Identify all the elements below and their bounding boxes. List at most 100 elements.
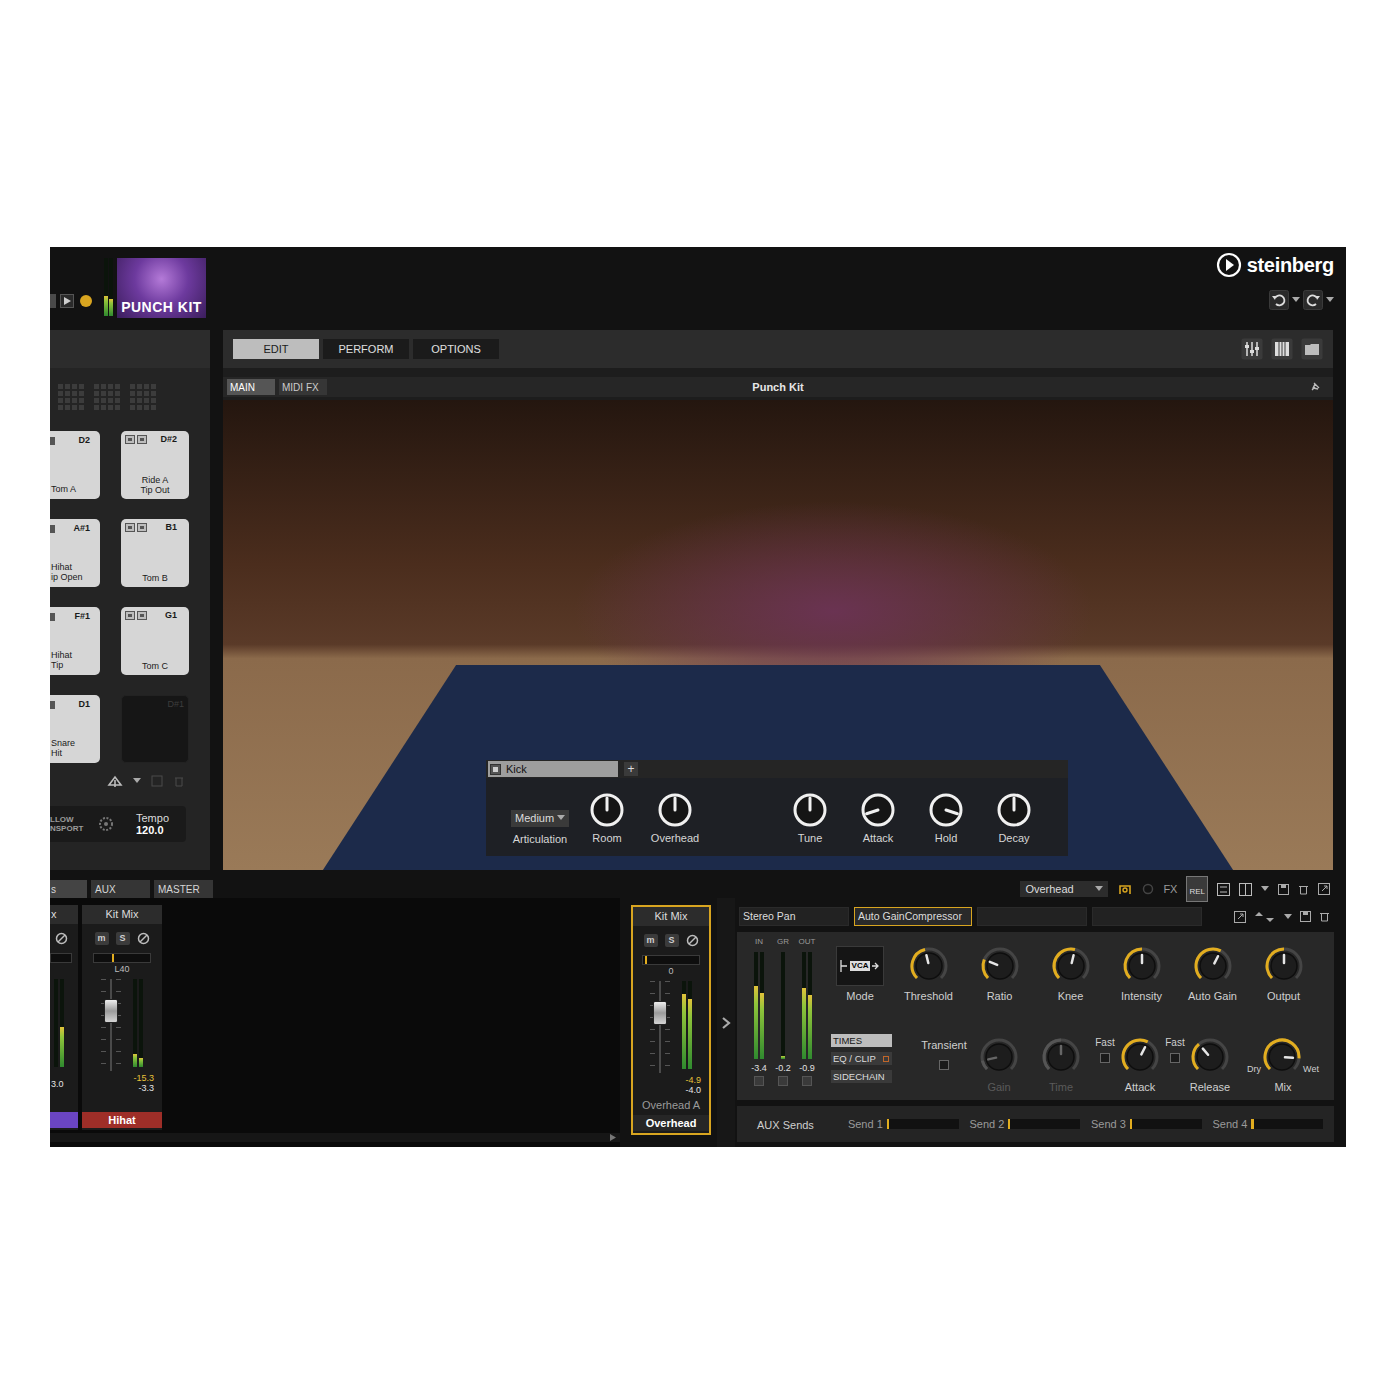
knob-control[interactable]: Hold <box>912 778 980 856</box>
pad-bank-icon[interactable] <box>129 383 157 411</box>
save-icon[interactable] <box>1300 911 1311 922</box>
program-logo[interactable]: PUNCH KIT <box>117 258 206 318</box>
strip-view-icon[interactable] <box>1217 883 1230 896</box>
knob-control[interactable]: Release <box>1187 1031 1233 1094</box>
drum-kit-view[interactable]: Kick + Medium Articulation RoomOverheadT… <box>223 400 1333 870</box>
edit-icon[interactable] <box>686 934 699 947</box>
sync-icon[interactable] <box>98 816 114 832</box>
aux-send[interactable]: Send 3 <box>1091 1116 1213 1133</box>
mixer-tab[interactable]: AUX <box>91 880 150 898</box>
edit-icon[interactable] <box>137 932 150 945</box>
pan-bar[interactable] <box>642 955 700 965</box>
knob[interactable] <box>1262 1037 1302 1077</box>
mute-button[interactable]: m <box>95 932 109 945</box>
meter-reset[interactable] <box>802 1076 812 1086</box>
knob-control[interactable]: Attack <box>1117 1031 1163 1094</box>
expand-icon[interactable] <box>1234 911 1246 923</box>
drum-pad[interactable]: A#1 Hihatip Open <box>50 519 100 587</box>
mute-solo-icon[interactable] <box>50 613 55 621</box>
mixer-tab[interactable]: s <box>50 880 87 898</box>
output-routing[interactable]: Overhead A <box>633 1099 709 1112</box>
knob[interactable] <box>928 792 964 828</box>
insert-slot[interactable]: Auto GainCompressor <box>854 907 972 926</box>
routing-icon[interactable] <box>1117 881 1133 897</box>
bypass-icon[interactable] <box>1142 883 1154 895</box>
move-icon[interactable] <box>1254 911 1276 923</box>
mute-solo-icon[interactable] <box>50 525 55 533</box>
articulation-dropdown[interactable]: Medium <box>511 810 569 827</box>
knob[interactable] <box>1264 946 1304 986</box>
edge-button[interactable] <box>50 294 56 308</box>
knob-control[interactable]: Tune <box>776 778 844 856</box>
mixer-icon[interactable] <box>1241 338 1263 360</box>
save-icon[interactable] <box>151 775 163 787</box>
save-icon[interactable] <box>1278 884 1289 895</box>
knob[interactable] <box>980 946 1020 986</box>
knob[interactable] <box>1051 946 1091 986</box>
knob-control[interactable]: Auto Gain <box>1177 946 1248 1003</box>
add-button[interactable]: + <box>624 762 638 776</box>
mute-button[interactable]: m <box>644 934 658 947</box>
dropdown-icon[interactable] <box>1095 886 1103 892</box>
knob-control[interactable]: DryWet Mix <box>1233 1031 1333 1094</box>
solo-button[interactable]: S <box>116 932 130 945</box>
knob[interactable] <box>1120 1037 1160 1077</box>
channel-name[interactable]: Hihat <box>82 1112 162 1129</box>
redo-icon[interactable] <box>1303 290 1323 310</box>
mode-button[interactable]: VCA <box>836 946 884 986</box>
fader-cap[interactable] <box>653 1001 667 1025</box>
channel-strip[interactable]: x 3.0 <box>50 905 78 1130</box>
pan-bar[interactable] <box>50 953 72 963</box>
main-tab[interactable]: EDIT <box>233 339 319 359</box>
undo-icon[interactable] <box>1269 290 1289 310</box>
knob-control[interactable]: Output <box>1248 946 1319 1003</box>
knob-control[interactable]: Knee <box>1035 946 1106 1003</box>
knob[interactable] <box>860 792 896 828</box>
channel-strip[interactable]: Kit Mix m S 0 -4.9 -4.0 Overhead A Overh… <box>631 905 711 1135</box>
fast-option[interactable]: Fast <box>1163 1031 1187 1094</box>
send-track[interactable] <box>887 1119 959 1129</box>
chevron-right-icon[interactable] <box>721 1017 731 1029</box>
knob-control[interactable]: Ratio <box>964 946 1035 1003</box>
mute-solo-icon[interactable] <box>125 523 147 532</box>
aux-send[interactable]: Send 1 <box>848 1116 970 1133</box>
mute-solo-icon[interactable] <box>125 435 147 444</box>
pin-icon[interactable] <box>1309 381 1321 393</box>
knob-control[interactable]: Intensity <box>1106 946 1177 1003</box>
folder-icon[interactable] <box>1301 338 1323 360</box>
trash-icon[interactable] <box>1298 884 1309 895</box>
drum-pad[interactable]: D1 SnareHit <box>50 695 100 763</box>
fast-option[interactable]: Fast <box>1093 1031 1117 1094</box>
dropdown-icon[interactable] <box>1284 914 1292 920</box>
pad-bank-icon[interactable] <box>57 383 85 411</box>
knob-control[interactable]: Decay <box>980 778 1048 856</box>
drum-pad[interactable]: G1 Tom C <box>121 607 189 675</box>
insert-slot[interactable] <box>1092 907 1202 926</box>
send-track[interactable] <box>1251 1119 1323 1129</box>
dropdown-icon[interactable] <box>1261 886 1269 892</box>
knob[interactable] <box>996 792 1032 828</box>
knob[interactable] <box>909 946 949 986</box>
aux-send[interactable]: Send 2 <box>969 1116 1091 1133</box>
knob-control[interactable]: Attack <box>844 778 912 856</box>
knob[interactable] <box>1190 1037 1230 1077</box>
insert-slot[interactable] <box>977 907 1087 926</box>
dropdown-icon[interactable] <box>133 778 141 784</box>
drum-pad[interactable]: D2 Tom A <box>50 431 100 499</box>
scroll-right-icon[interactable] <box>610 1134 616 1141</box>
knob[interactable] <box>657 792 693 828</box>
output-dropdown[interactable]: Overhead <box>1020 881 1108 898</box>
channel-scrollbar[interactable] <box>50 1133 620 1142</box>
trash-icon[interactable] <box>1319 911 1330 922</box>
main-tab[interactable]: PERFORM <box>323 339 409 359</box>
dropdown-icon[interactable] <box>1326 297 1334 303</box>
knob[interactable] <box>1122 946 1162 986</box>
knob-control[interactable]: Overhead <box>634 778 716 856</box>
expand-icon[interactable] <box>1318 883 1330 895</box>
knob[interactable] <box>792 792 828 828</box>
knob[interactable] <box>1193 946 1233 986</box>
page-button[interactable]: EQ / CLIP <box>831 1052 892 1065</box>
pad-bank-icon[interactable] <box>93 383 121 411</box>
sub-tab[interactable]: MIDI FX <box>279 379 327 395</box>
send-track[interactable] <box>1130 1119 1202 1129</box>
